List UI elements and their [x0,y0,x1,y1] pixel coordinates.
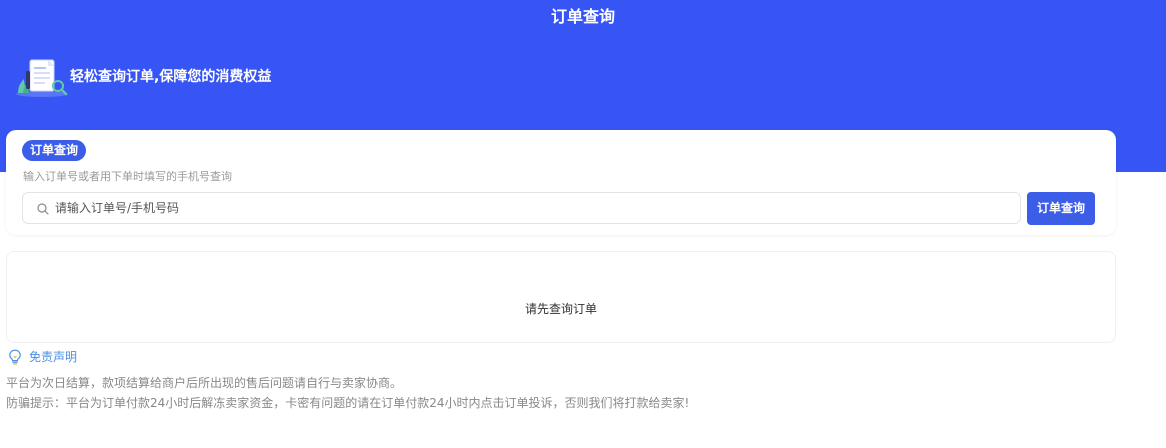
document-search-illustration-icon [16,59,68,97]
query-order-button[interactable]: 订单查询 [1027,192,1095,225]
result-panel: 请先查询订单 [6,251,1116,343]
order-query-card: 订单查询 输入订单号或者用下单时填写的手机号查询 订单查询 [6,130,1116,235]
query-hint: 输入订单号或者用下单时填写的手机号查询 [23,170,232,183]
lightbulb-icon [9,349,21,365]
page-title: 订单查询 [550,7,615,26]
disclaimer-header: 免责声明 [8,348,77,366]
order-query-page: 订单查询 轻松查询订单,保障您的消费权益 订单查询 输入订单号或者用下单时填写的… [0,0,1166,448]
disclaimer-title: 免责声明 [29,350,78,364]
hero-slogan: 轻松查询订单,保障您的消费权益 [70,69,272,85]
disclaimer-fraud-warning-text: 防骗提示：平台为订单付款24小时后解冻卖家资金，卡密有问题的请在订单付款24小时… [6,396,690,410]
query-section-badge: 订单查询 [22,140,87,161]
search-box[interactable] [22,192,1021,224]
result-empty-text: 请先查询订单 [524,302,597,316]
search-icon [37,203,49,215]
order-search-input[interactable] [55,193,1005,223]
disclaimer-settlement-text: 平台为次日结算，款项结算给商户后所出现的售后问题请自行与卖家协商。 [6,376,403,390]
